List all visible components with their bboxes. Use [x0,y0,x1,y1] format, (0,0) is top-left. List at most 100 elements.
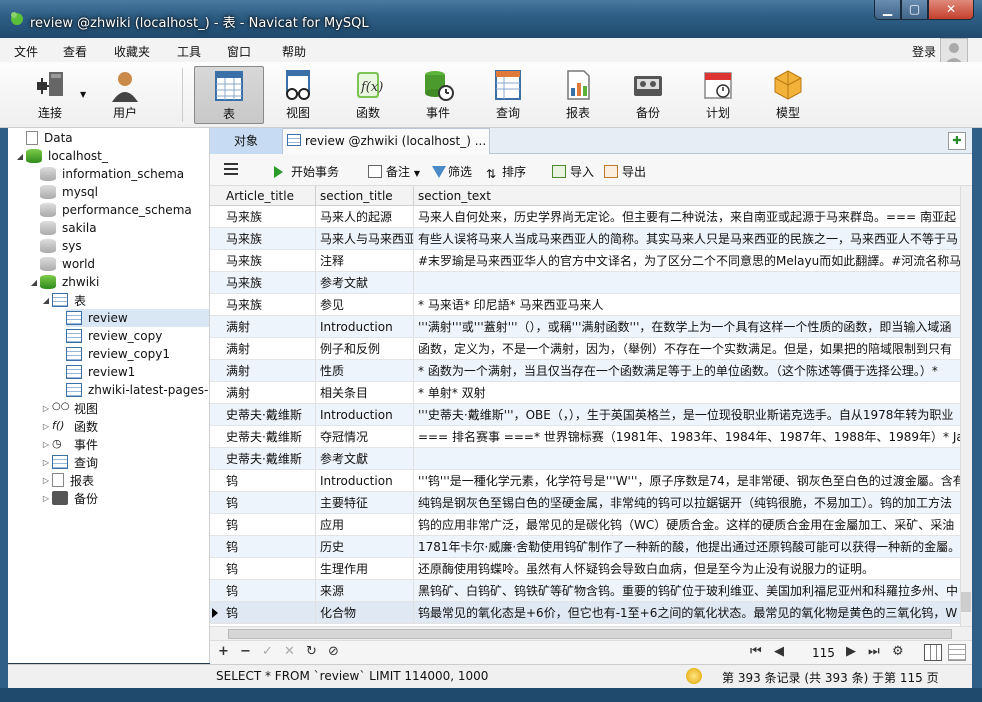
table-cell[interactable]: 生理作用 [316,558,414,580]
table-row[interactable]: 满射 例子和反例 函数，定义为，不是一个满射，因为，（舉例）不存在一个实数满足。但是… [210,338,960,360]
table-cell[interactable]: * 函数为一个满射，当且仅当存在一个函数满足等于上的单位函数。（这个陈述等價于选… [414,360,960,382]
begin-transaction-button[interactable]: 开始事务 [274,163,339,180]
tree-item-data[interactable]: Data [14,129,73,147]
login-link[interactable]: 登录 [912,43,936,60]
apply-changes-icon[interactable]: ✓ [262,644,273,659]
user-button[interactable]: 用户 [95,66,155,124]
tab-review[interactable]: review @zhwiki (localhost_) ... [282,128,490,154]
table-cell[interactable]: 参见 [316,294,414,316]
column-header[interactable]: Article_title [222,186,316,206]
tree-item-db[interactable]: sakila [40,219,97,237]
model-button[interactable]: 模型 [758,66,818,124]
tree-item-localhost[interactable]: ◢ localhost_ [14,147,108,165]
tree-item-events[interactable]: ▷ ◷ 事件 [40,435,98,453]
table-cell[interactable]: '''满射'''或'''蓋射'''（），或稱'''满射函数'''，在数学上为一个… [414,316,960,338]
table-cell[interactable]: 史蒂夫·戴维斯 [222,404,316,426]
expand-toggle-icon[interactable]: ◢ [40,296,52,305]
form-view-icon[interactable] [948,644,966,661]
table-cell[interactable]: 钨的应用非常广泛，最常见的是碳化钨（WC）硬质合金。这样的硬质合金用在金屬加工、… [414,514,960,536]
tab-objects[interactable]: 对象 [210,128,282,154]
table-cell[interactable]: 主要特征 [316,492,414,514]
table-cell[interactable]: 马来人自何处来，历史学界尚无定论。但主要有二种说法，来自南亚或起源于马来群岛。=… [414,206,960,228]
table-cell[interactable]: 满射 [222,382,316,404]
table-row[interactable]: 满射 Introduction '''满射'''或'''蓋射'''（），或稱'''满… [210,316,960,338]
table-row[interactable]: 钨主要特征 纯钨是钢灰色至锡白色的坚硬金属，非常纯的钨可以拉鋸锯开（纯钨很脆，不易… [210,492,960,514]
table-row[interactable]: 史蒂夫·戴维斯 Introduction '''史蒂夫·戴维斯'''，OBE（，），… [210,404,960,426]
discard-changes-icon[interactable]: ✕ [284,644,295,659]
table-cell[interactable]: 还原酶使用钨蝶呤。虽然有人怀疑钨会导致白血病，但是至今为止没有说服力的证明。 [414,558,960,580]
table-cell[interactable]: 马来族 [222,272,316,294]
table-cell[interactable]: 注释 [316,250,414,272]
expand-toggle-icon[interactable]: ◢ [28,278,40,287]
table-cell[interactable]: 满射 [222,338,316,360]
table-cell[interactable]: === 排名赛事 ===* 世界锦标赛（1981年、1983年、1984年、19… [414,426,960,448]
table-row[interactable]: 马来族 马来人的起源 马来人自何处来，历史学界尚无定论。但主要有二种说法，来自南亚或… [210,206,960,228]
table-cell[interactable]: 有些人误将马来人当成马来西亚人的简称。其实马来人只是马来西亚的民族之一，马来西亚… [414,228,960,250]
table-cell[interactable]: 历史 [316,536,414,558]
table-cell[interactable]: 马来人的起源 [316,206,414,228]
table-row[interactable]: 钨来源 黑钨矿、白钨矿、钨铁矿等矿物含钨。重要的钨矿位于玻利维亚、美国加利福尼亚州… [210,580,960,602]
menu-favorites[interactable]: 收藏夹 [114,43,150,60]
expand-toggle-icon[interactable]: ▷ [40,440,52,449]
connect-button[interactable]: 连接 [20,66,80,124]
new-tab-icon[interactable]: ✚ [948,132,966,150]
tree-item-table-review[interactable]: review [66,309,209,327]
query-button[interactable]: 查询 [478,66,538,124]
table-cell[interactable]: 马来人与马来西亚 [316,228,414,250]
backup-button[interactable]: 备份 [618,66,678,124]
table-cell[interactable]: 例子和反例 [316,338,414,360]
table-cell[interactable]: 马来族 [222,206,316,228]
import-button[interactable]: 导入 [552,163,594,180]
table-cell[interactable]: 马来族 [222,228,316,250]
menu-view[interactable]: 查看 [63,43,87,60]
table-row[interactable]: 钨应用 钨的应用非常广泛，最常见的是碳化钨（WC）硬质合金。这样的硬质合金用在金屬… [210,514,960,536]
tree-item-views[interactable]: ▷ ○○ 视图 [40,399,98,417]
view-button[interactable]: 视图 [268,66,328,124]
tree-item-reports[interactable]: ▷ 报表 [40,471,94,489]
filter-button[interactable]: 筛选 [432,163,472,180]
table-cell[interactable]: 钨 [222,558,316,580]
add-record-icon[interactable]: + [218,644,229,659]
first-page-icon[interactable]: ⏮ [750,644,762,659]
table-cell[interactable]: Introduction [316,316,414,338]
table-cell[interactable]: '''钨'''是一種化学元素，化学符号是'''W'''，原子序数是74，是非常硬… [414,470,960,492]
table-cell[interactable]: 钨 [222,514,316,536]
table-cell[interactable]: 钨最常见的氧化态是+6价，但它也有-1至+6之间的氧化状态。最常见的氧化物是黄色… [414,602,960,624]
table-cell[interactable]: '''史蒂夫·戴维斯'''，OBE（，），生于英国英格兰，是一位现役职业斯诺克选… [414,404,960,426]
column-header[interactable]: section_title [316,186,414,206]
table-cell[interactable]: 满射 [222,360,316,382]
next-page-icon[interactable]: ▶ [846,644,856,659]
table-cell[interactable]: 钨 [222,536,316,558]
tree-item-db[interactable]: performance_schema [40,201,192,219]
table-cell[interactable]: 参考文献 [316,272,414,294]
table-cell[interactable]: 钨 [222,492,316,514]
table-cell[interactable]: 来源 [316,580,414,602]
table-cell[interactable]: 应用 [316,514,414,536]
table-row[interactable]: 马来族 参见 * 马来语* 印尼語* 马来西亚马来人 [210,294,960,316]
note-dropdown-icon[interactable]: ▼ [414,169,420,178]
table-cell[interactable]: Introduction [316,404,414,426]
table-cell[interactable]: 黑钨矿、白钨矿、钨铁矿等矿物含钨。重要的钨矿位于玻利维亚、美国加利福尼亚州和科羅… [414,580,960,602]
table-cell[interactable]: 纯钨是钢灰色至锡白色的坚硬金属，非常纯的钨可以拉鋸锯开（纯钨很脆，不易加工）。钨… [414,492,960,514]
grid-view-icon[interactable] [924,644,942,661]
previous-page-icon[interactable]: ◀ [774,644,784,659]
settings-gear-icon[interactable]: ⚙ [892,644,904,659]
sort-button[interactable]: ⇅ 排序 [486,163,526,181]
table-cell[interactable] [414,272,960,294]
table-row[interactable]: 马来族 参考文献 [210,272,960,294]
table-cell[interactable]: #末罗瑜是马来西亚华人的官方中文译名，为了区分二个不同意思的Melayu而如此翻… [414,250,960,272]
table-cell[interactable]: Introduction [316,470,414,492]
horizontal-scrollbar[interactable] [210,626,972,640]
table-row[interactable]: 马来族 注释 #末罗瑜是马来西亚华人的官方中文译名，为了区分二个不同意思的Melay… [210,250,960,272]
tree-item-db[interactable]: sys [40,237,82,255]
table-row[interactable]: 钨化合物 钨最常见的氧化态是+6价，但它也有-1至+6之间的氧化状态。最常见的氧化… [210,602,960,624]
expand-toggle-icon[interactable]: ▷ [40,422,52,431]
table-cell[interactable] [414,448,960,470]
close-button[interactable]: ✕ [928,0,974,20]
last-page-icon[interactable]: ⏭ [868,644,880,659]
scrollbar-thumb[interactable] [961,592,971,612]
expand-toggle-icon[interactable]: ▷ [40,404,52,413]
menu-file[interactable]: 文件 [14,43,38,60]
table-cell[interactable]: * 单射* 双射 [414,382,960,404]
tree-item-table[interactable]: review_copy [66,327,162,345]
